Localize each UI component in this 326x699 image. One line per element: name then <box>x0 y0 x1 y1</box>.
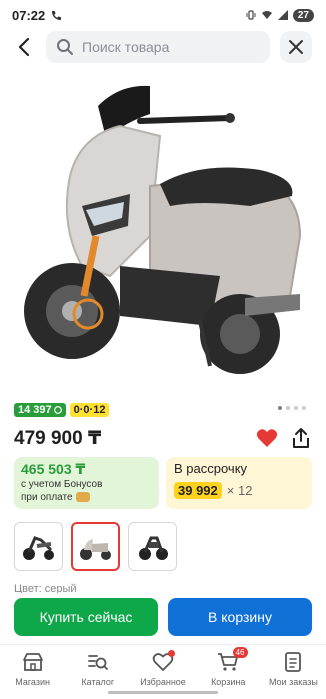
status-time: 07:22 <box>12 7 46 23</box>
installment-monthly: 39 992 <box>174 482 222 499</box>
installment-card[interactable]: В рассрочку 39 992 × 12 <box>166 457 312 509</box>
gallery-dot <box>278 406 282 410</box>
product-image[interactable] <box>0 66 326 396</box>
chevron-left-icon <box>18 37 30 57</box>
installment-months: × 12 <box>226 483 253 498</box>
search-header <box>0 31 326 63</box>
nav-label: Корзина <box>211 677 246 687</box>
nav-label: Мои заказы <box>268 677 318 687</box>
share-icon[interactable] <box>290 427 312 449</box>
bonus-price-note: с учетом Бонусов <box>21 479 103 490</box>
nav-item-orders[interactable]: Мои заказы <box>261 645 326 699</box>
scooter-illustration <box>24 85 302 374</box>
bonus-coin-icon <box>53 406 62 414</box>
thumbnail[interactable] <box>128 522 177 571</box>
store-icon <box>22 653 43 671</box>
nav-label: Магазин <box>15 677 50 687</box>
bonus-price-note2: при оплате <box>21 491 152 504</box>
search-input[interactable] <box>82 39 252 55</box>
gallery-dot <box>302 406 306 410</box>
bonus-points-value: 14 397 <box>18 404 52 416</box>
thumbnail[interactable] <box>14 522 63 571</box>
product-badges: 14 397 0·0·12 <box>14 403 110 417</box>
color-label: Цвет: серый <box>14 583 77 593</box>
scooter-thumb-1 <box>22 535 54 560</box>
signal-icon <box>277 10 288 20</box>
bonus-chip-icon <box>75 492 90 503</box>
cart-count-badge: 46 <box>232 647 248 658</box>
installment-badge: 0·0·12 <box>69 403 110 417</box>
close-icon <box>289 40 303 54</box>
search-box[interactable] <box>46 31 270 63</box>
scooter-thumb-3 <box>138 536 168 560</box>
favorite-heart-icon[interactable] <box>256 428 278 448</box>
thumbnail-strip <box>14 522 177 571</box>
bonus-points-badge: 14 397 <box>14 403 66 417</box>
buy-now-button[interactable]: Купить сейчас <box>14 598 158 636</box>
battery-indicator: 27 <box>292 8 314 22</box>
catalog-icon <box>87 655 108 670</box>
back-button[interactable] <box>12 35 36 59</box>
bonus-price-amount: 465 503 ₸ <box>21 461 86 477</box>
nav-label: Избранное <box>140 677 186 687</box>
gallery-dot <box>286 406 290 410</box>
close-button[interactable] <box>280 31 312 63</box>
vibrate-icon <box>246 10 256 20</box>
nav-label: Каталог <box>81 677 115 687</box>
wifi-icon <box>261 11 272 19</box>
add-to-cart-button[interactable]: В корзину <box>168 598 312 636</box>
scooter-thumb-2 <box>79 538 111 560</box>
product-price: 479 900 ₸ <box>14 428 102 449</box>
favorites-dot <box>168 650 176 657</box>
home-indicator[interactable] <box>108 691 218 694</box>
bonus-price-card[interactable]: 465 503 ₸ с учетом Бонусов при оплате <box>14 457 159 509</box>
gallery-dot <box>294 406 298 410</box>
orders-icon <box>285 652 302 672</box>
search-icon <box>57 39 73 55</box>
call-icon <box>52 10 62 20</box>
status-bar: 07:22 27 <box>0 0 326 30</box>
gallery-dots <box>278 406 306 410</box>
installment-title: В рассрочку <box>174 461 248 476</box>
thumbnail-selected[interactable] <box>71 522 120 571</box>
nav-item-store[interactable]: Магазин <box>0 645 65 699</box>
action-bar: Купить сейчас В корзину <box>0 594 326 644</box>
